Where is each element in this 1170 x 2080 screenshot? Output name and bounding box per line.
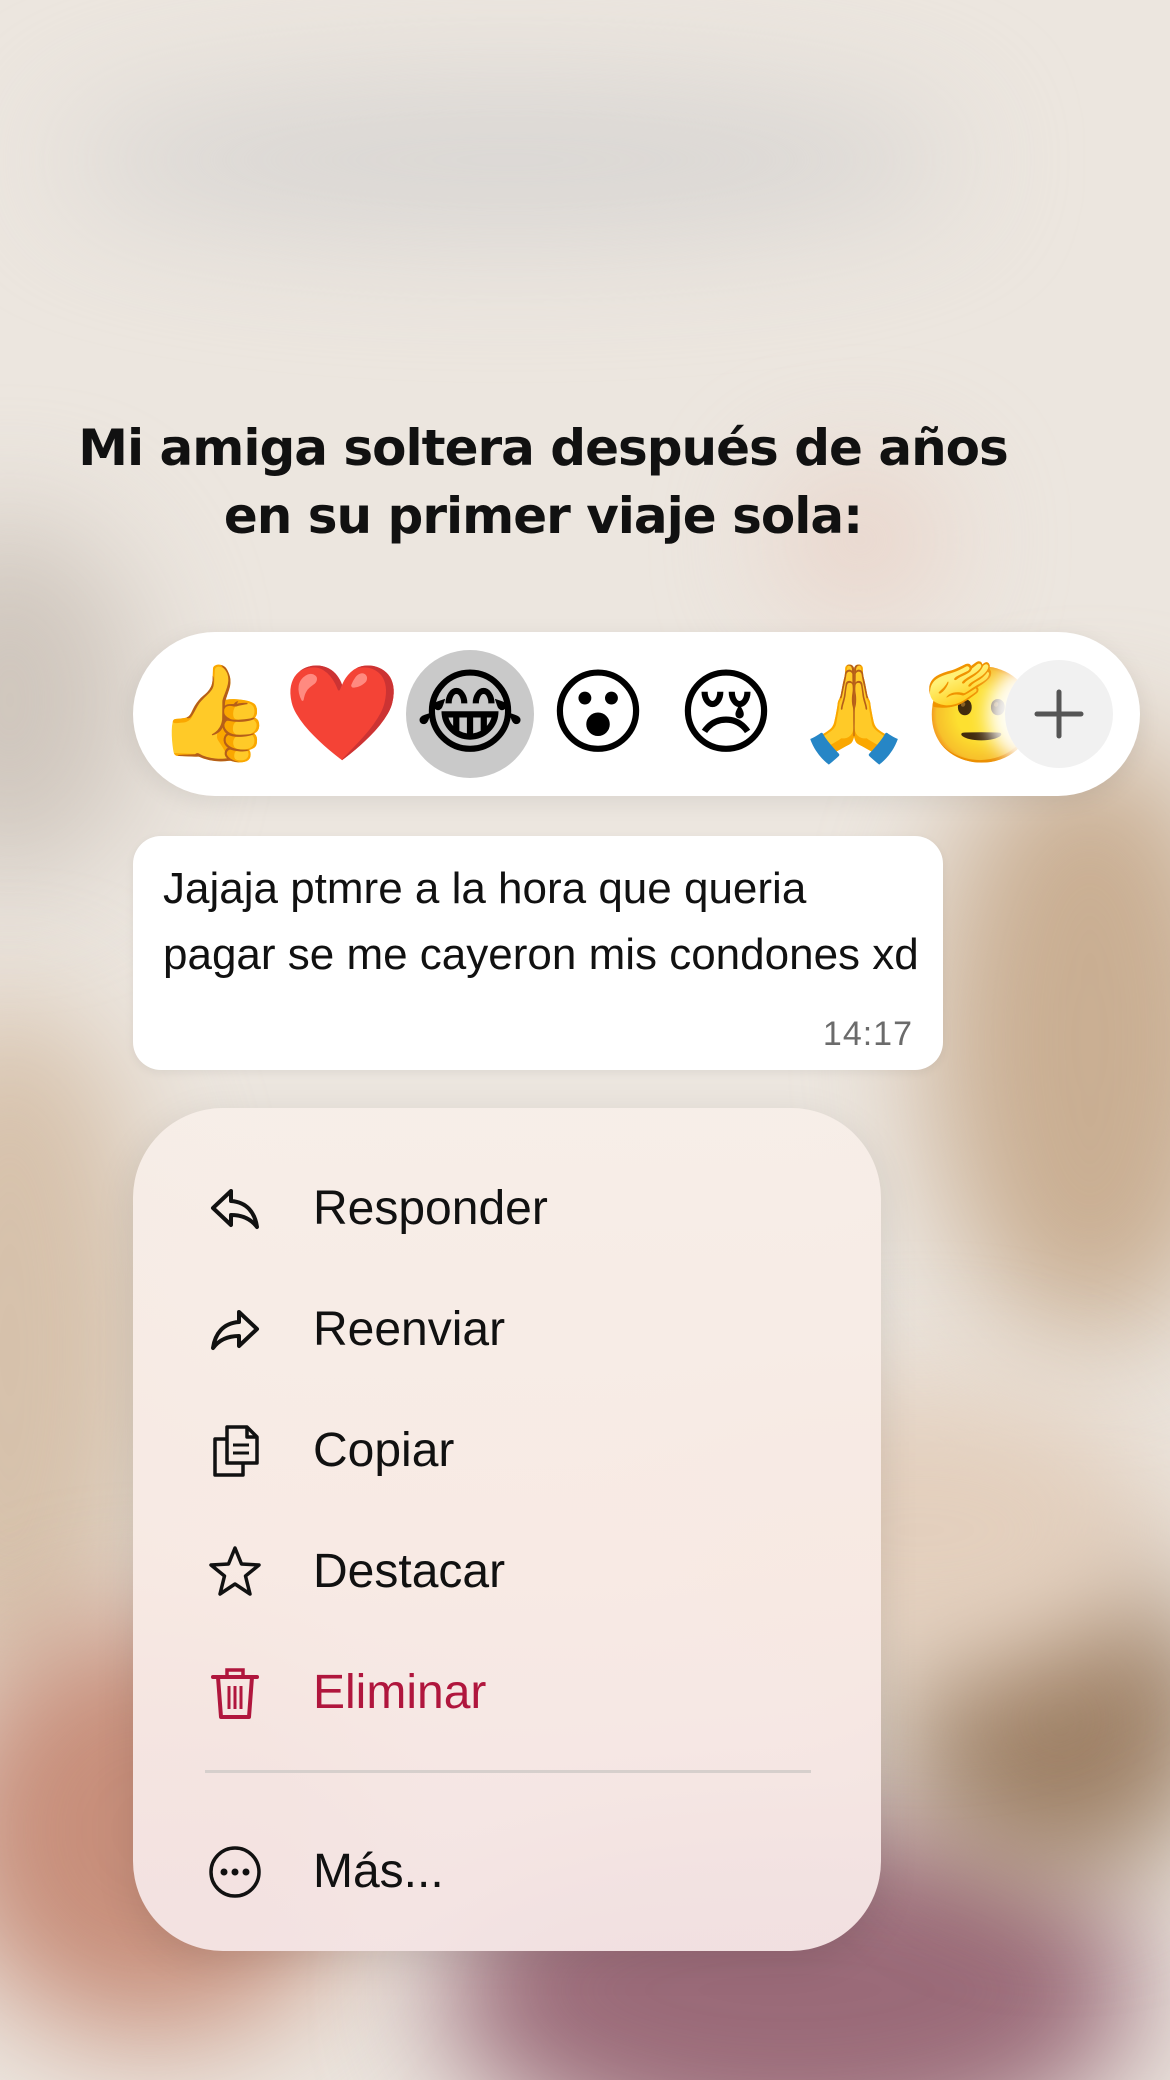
more-icon: [209, 1846, 261, 1898]
menu-item-star[interactable]: Destacar: [133, 1517, 881, 1627]
menu-item-forward[interactable]: Reenviar: [133, 1275, 881, 1385]
menu-item-reply[interactable]: Responder: [133, 1154, 881, 1264]
reaction-bar: 👍 ❤️ 😂 😮 😢 🙏 🫡: [133, 632, 1140, 796]
menu-item-more[interactable]: Más...: [133, 1817, 881, 1927]
more-reactions-button[interactable]: [1005, 660, 1113, 768]
menu-item-delete[interactable]: Eliminar: [133, 1638, 881, 1748]
copy-icon: [213, 1425, 259, 1477]
caption-line-2: en su primer viaje sola:: [223, 487, 863, 545]
message-bubble[interactable]: Jajaja ptmre a la hora que queria pagar …: [133, 836, 943, 1070]
message-timestamp: 14:17: [822, 1015, 913, 1053]
reaction-thumbs-up[interactable]: 👍: [150, 632, 278, 796]
reaction-red-heart[interactable]: ❤️: [278, 632, 406, 796]
plus-icon: [1034, 689, 1084, 739]
message-text: Jajaja ptmre a la hora que queria pagar …: [163, 864, 919, 979]
story-caption: Mi amiga soltera después de años en su p…: [0, 414, 1086, 550]
reaction-folded-hands[interactable]: 🙏: [790, 632, 918, 796]
caption-line-1: Mi amiga soltera después de años: [78, 419, 1009, 477]
reply-icon: [211, 1189, 259, 1229]
reaction-tears-of-joy[interactable]: 😂: [406, 632, 534, 796]
menu-item-label: Reenviar: [313, 1303, 506, 1356]
message-context-menu: Responder Reenviar Copiar Destacar Elimi…: [133, 1108, 881, 1951]
menu-item-copy[interactable]: Copiar: [133, 1396, 881, 1506]
star-icon: [209, 1546, 261, 1596]
menu-item-label: Responder: [313, 1182, 548, 1235]
reaction-crying-face[interactable]: 😢: [662, 632, 790, 796]
menu-item-label: Más...: [313, 1845, 444, 1898]
menu-item-label: Destacar: [313, 1545, 506, 1598]
menu-item-label: Eliminar: [313, 1666, 487, 1719]
reaction-open-mouth[interactable]: 😮: [534, 632, 662, 796]
forward-icon: [211, 1310, 259, 1350]
menu-divider: [205, 1770, 811, 1773]
menu-item-label: Copiar: [313, 1424, 455, 1477]
trash-icon: [211, 1668, 259, 1719]
